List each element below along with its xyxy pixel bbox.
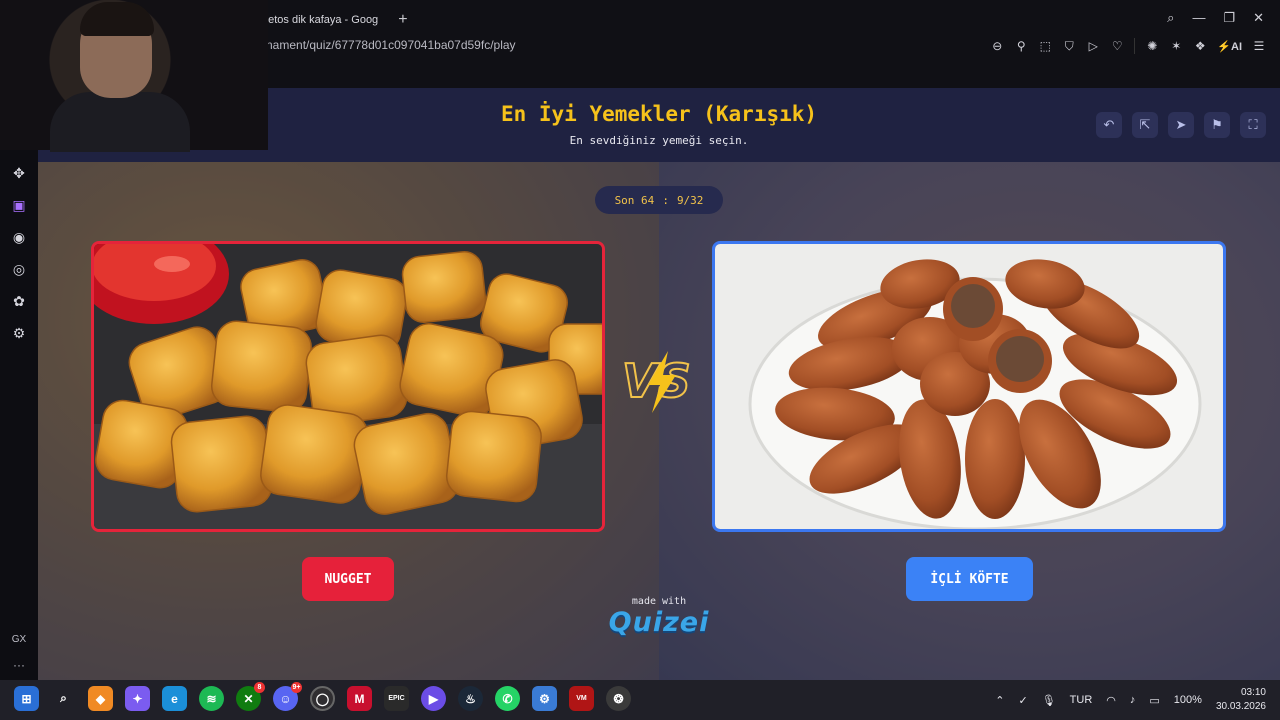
windows-start-icon[interactable]: ⊞: [14, 686, 39, 711]
paw-icon[interactable]: ✿: [10, 292, 28, 310]
screenshot-icon[interactable]: ⬚: [1038, 39, 1052, 53]
icli-kofte-photo: [715, 244, 1223, 529]
round-counter: Son 64 : 9/32: [595, 186, 723, 214]
flag-icon[interactable]: ⚑: [1204, 112, 1230, 138]
heart-icon[interactable]: ♡: [1110, 39, 1124, 53]
obs-icon[interactable]: ◯: [310, 686, 335, 711]
ai-label: AI: [1231, 40, 1242, 53]
discord-badge: 9+: [291, 682, 302, 693]
quizei-logo: Quizei: [608, 607, 710, 638]
choose-right-button[interactable]: İÇLİ KÖFTE: [906, 557, 1033, 601]
voicemeeter-icon[interactable]: VM: [569, 686, 594, 711]
mcafee-icon[interactable]: M: [347, 686, 372, 711]
media-player-icon[interactable]: ▶: [421, 686, 446, 711]
dog-icon[interactable]: ❖: [1193, 39, 1207, 53]
ai-icon[interactable]: ⚡AI: [1217, 40, 1242, 53]
browser-tab[interactable]: eetos dik kafaya - Goog +: [250, 6, 420, 34]
share-icon[interactable]: ⇱: [1132, 112, 1158, 138]
extensions-bar: ⊖ ⚲ ⬚ ⛉ ▷ ♡ ✺ ✶ ❖ ⚡AI ☰: [990, 38, 1266, 54]
clock-date: 30.03.2026: [1215, 701, 1266, 712]
twitch-icon[interactable]: ▣: [10, 196, 28, 214]
round-label: Son 64: [614, 193, 655, 207]
made-with-label: made with: [631, 596, 687, 607]
gx-label[interactable]: GX: [12, 634, 26, 645]
play-icon[interactable]: ▷: [1086, 39, 1100, 53]
quiz-actions: ↶ ⇱ ➤ ⚑ ⛶: [1096, 112, 1266, 138]
particles-icon[interactable]: ✶: [1169, 39, 1183, 53]
battery-level: 100%: [1173, 694, 1202, 706]
tray-app-icon[interactable]: ✓: [1018, 694, 1027, 707]
clock[interactable]: 03:10 30.03.2026: [1216, 686, 1266, 714]
close-icon[interactable]: ✕: [1253, 10, 1264, 26]
settings-icon[interactable]: ⚙: [10, 324, 28, 342]
spotify-icon[interactable]: ◉: [10, 228, 28, 246]
menu-icon[interactable]: ☰: [1252, 39, 1266, 53]
browser-sidebar: ✥ ▣ ◉ ◎ ✿ ⚙ GX ···: [0, 150, 38, 680]
webcam-overlay: [0, 0, 268, 152]
vs-emblem: VS: [622, 351, 692, 413]
undo-icon[interactable]: ↶: [1096, 112, 1122, 138]
steam-icon[interactable]: ♨: [458, 686, 483, 711]
edge-icon[interactable]: e: [162, 686, 187, 711]
choose-left-button[interactable]: NUGGET: [302, 557, 394, 601]
fullscreen-icon[interactable]: ⛶: [1240, 112, 1266, 138]
system-tray: ⌃ ✓ 🎙 TUR ◠ ♪ ▭ 100% 03:10 30.03.2026: [995, 686, 1266, 714]
divider: [1134, 38, 1136, 54]
send-icon[interactable]: ➤: [1168, 112, 1194, 138]
made-with-badge[interactable]: made with Quizei: [606, 596, 712, 638]
opera-icon[interactable]: ✥: [10, 164, 28, 182]
windows-taskbar: ⊞ ⌕ ◆ ✦ e ≋ ✕ 8 ☺ 9+ ◯ M EPIC ▶ ♨ ✆ ⚙ VM ❂…: [0, 680, 1280, 720]
duel-arena: Son 64 : 9/32 NUGGET İÇLİ KÖFTE made wit…: [38, 162, 1280, 680]
copilot-icon[interactable]: ✦: [125, 686, 150, 711]
settings-app-icon[interactable]: ⚙: [532, 686, 557, 711]
shield-icon[interactable]: ⛉: [1062, 39, 1076, 54]
globe-icon[interactable]: ◎: [10, 260, 28, 278]
minimize-icon[interactable]: —: [1192, 10, 1205, 26]
crab-icon[interactable]: ✺: [1145, 39, 1159, 53]
whatsapp-icon[interactable]: ✆: [495, 686, 520, 711]
wifi-icon[interactable]: ◠: [1106, 694, 1116, 707]
nugget-photo: [94, 244, 602, 529]
more-icon[interactable]: ···: [13, 658, 25, 672]
xbox-badge: 8: [254, 682, 265, 693]
brave-icon[interactable]: ◆: [88, 686, 113, 711]
tab-title: eetos dik kafaya - Goog: [262, 14, 379, 26]
xbox-icon[interactable]: ✕ 8: [236, 682, 265, 711]
volume-icon[interactable]: ♪: [1130, 694, 1136, 706]
search-icon[interactable]: ⌕: [1167, 10, 1174, 26]
chevron-up-icon[interactable]: ⌃: [995, 694, 1004, 707]
webcam-body: [50, 92, 190, 152]
restore-icon[interactable]: ❐: [1223, 10, 1235, 26]
new-tab-button[interactable]: +: [398, 11, 407, 29]
taskbar-apps: ⊞ ⌕ ◆ ✦ e ≋ ✕ 8 ☺ 9+ ◯ M EPIC ▶ ♨ ✆ ⚙ VM ❂: [14, 682, 631, 711]
discord-icon[interactable]: ☺ 9+: [273, 682, 302, 711]
left-choice-image[interactable]: [91, 241, 605, 532]
language-indicator[interactable]: TUR: [1070, 694, 1093, 706]
address-bar[interactable]: nament/quiz/67778d01c097041ba07d59fc/pla…: [266, 38, 516, 52]
quiz-page: En İyi Yemekler (Karışık) En sevdiğiniz …: [38, 88, 1280, 680]
window-controls: ⌕ — ❐ ✕: [1167, 10, 1264, 26]
webcam-hair: [80, 2, 154, 36]
microphone-icon[interactable]: 🎙: [1042, 694, 1056, 707]
spotify-icon[interactable]: ≋: [199, 686, 224, 711]
pin-icon[interactable]: ⚲: [1014, 39, 1028, 53]
clock-time: 03:10: [1240, 687, 1266, 698]
search-icon[interactable]: ⌕: [51, 686, 76, 711]
chatgpt-icon[interactable]: ❂: [606, 686, 631, 711]
round-separator: :: [662, 193, 669, 207]
right-choice-image[interactable]: [712, 241, 1226, 532]
round-progress: 9/32: [676, 193, 704, 207]
battery-icon[interactable]: ▭: [1149, 694, 1159, 707]
zoom-out-icon[interactable]: ⊖: [990, 39, 1004, 53]
epic-games-icon[interactable]: EPIC: [384, 686, 409, 711]
